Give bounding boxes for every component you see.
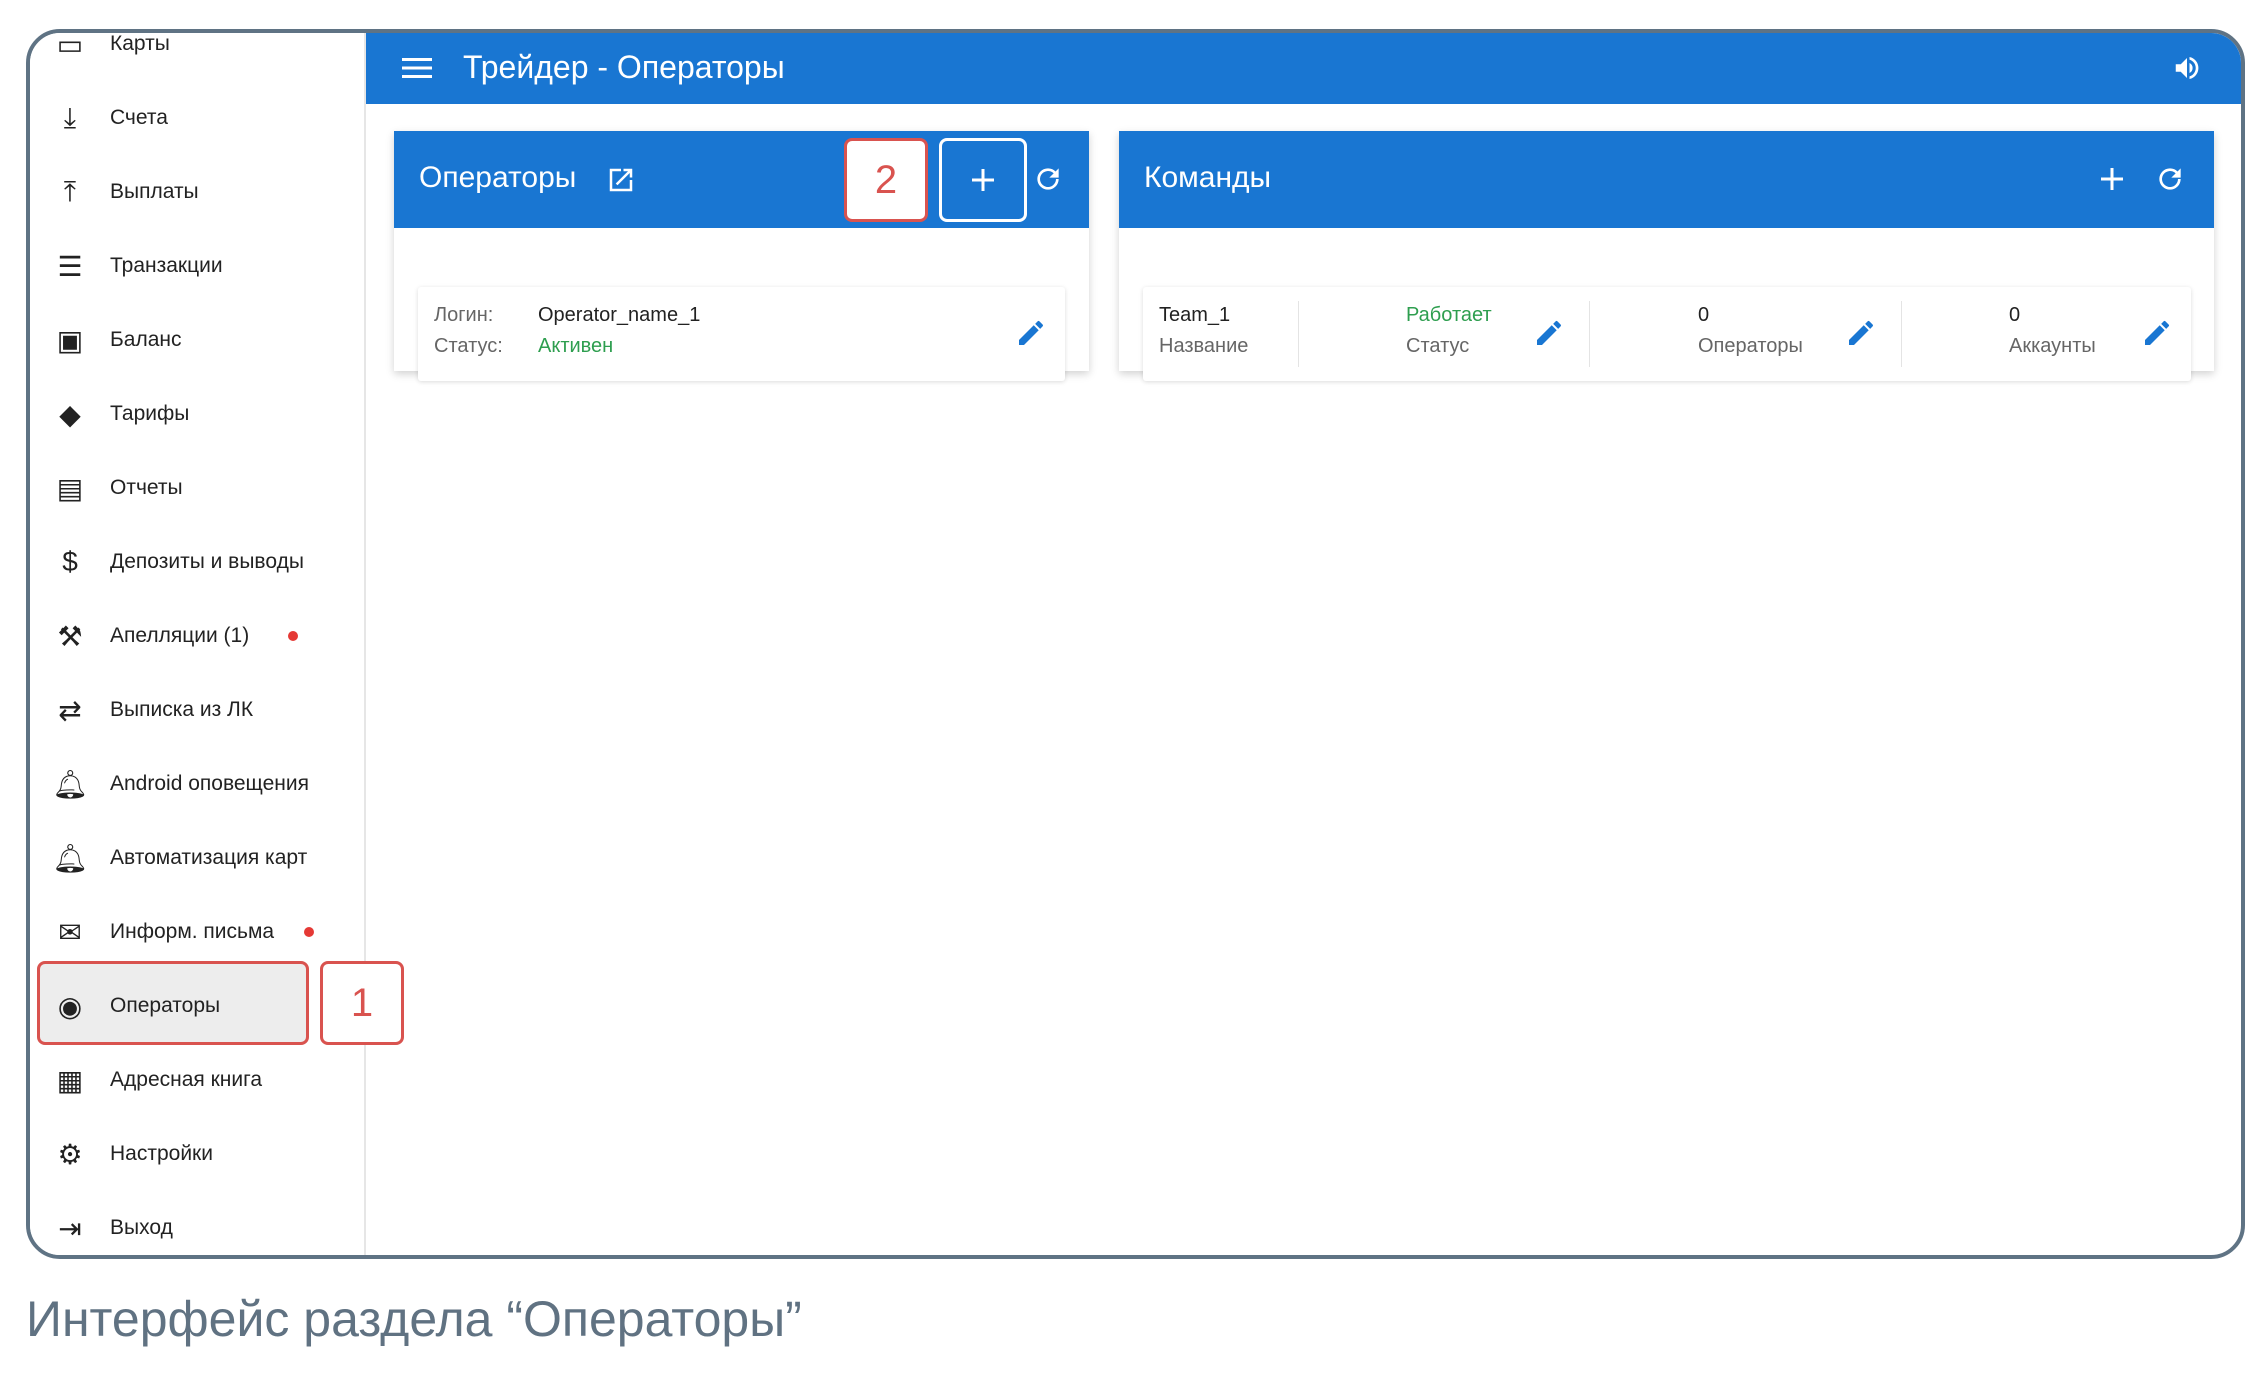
credit-card-icon: ▭ — [56, 29, 84, 60]
team-accounts-count: 0 — [2009, 304, 2021, 326]
sidebar-item-label: Android оповещения — [110, 772, 309, 795]
team-name-label: Название — [1159, 335, 1249, 357]
team-list-item: Team_1 Название Работает Статус 0 Операт… — [1143, 287, 2191, 381]
status-label: Статус: — [434, 335, 503, 357]
sidebar-item-10[interactable]: ⇄ Выписка из ЛК — [30, 673, 366, 747]
gavel-icon: ⚒ — [57, 620, 83, 652]
sidebar-item-label: Баланс — [110, 328, 182, 351]
sidebar-item-7[interactable]: ▤ Отчеты — [30, 451, 366, 525]
notification-dot — [304, 927, 314, 937]
sidebar-item-12[interactable]: 🔔︎ Автоматизация карт — [30, 821, 366, 895]
operator-status: Активен — [538, 335, 614, 357]
sidebar-item-2[interactable]: ⤓ Счета — [30, 81, 366, 155]
sidebar: ▭ Карты ⤓ Счета ⤒ Выплаты ☰ Транзакции ▣ Баланс ◆ Т… — [30, 33, 366, 1255]
download-icon: ⤓ — [63, 101, 77, 133]
volume-icon[interactable] — [2171, 53, 2203, 83]
marker-1: 1 — [320, 961, 404, 1045]
sidebar-item-label: Выход — [110, 1216, 173, 1239]
bell-icon: 🔔︎ — [52, 768, 88, 800]
sidebar-item-label: Апелляции (1) — [110, 624, 250, 647]
edit-status-icon[interactable] — [1533, 317, 1565, 349]
operators-title: Операторы — [419, 161, 577, 194]
app-window: ▭ Карты ⤓ Счета ⤒ Выплаты ☰ Транзакции ▣ Баланс ◆ Т… — [26, 29, 2245, 1259]
open-external-icon[interactable] — [606, 165, 636, 195]
logout-icon: ⇥ — [58, 1212, 82, 1244]
sidebar-item-label: Отчеты — [110, 476, 183, 499]
currency-exchange-icon: $ — [62, 546, 78, 577]
contacts-icon: ▦ — [56, 1064, 84, 1096]
divider — [1298, 301, 1299, 367]
operator-login: Operator_name_1 — [538, 304, 701, 326]
team-operators-label: Операторы — [1698, 335, 1803, 357]
sidebar-item-label: Выплаты — [110, 180, 199, 203]
sidebar-item-14[interactable]: ◉ Операторы — [30, 969, 366, 1043]
swap-icon: ⇄ — [58, 694, 82, 726]
caption: Интерфейс раздела “Операторы” — [26, 1291, 802, 1347]
operators-card: Операторы 2 Логин: Operator_name_1 Стату… — [394, 131, 1089, 381]
menu-icon[interactable] — [402, 55, 432, 81]
app-header: Трейдер - Операторы — [366, 33, 2241, 104]
sidebar-item-label: Адресная книга — [110, 1068, 262, 1091]
edit-operators-icon[interactable] — [1845, 317, 1877, 349]
sidebar-item-16[interactable]: ⚙ Настройки — [30, 1117, 366, 1191]
login-label: Логин: — [434, 304, 494, 326]
sidebar-item-11[interactable]: 🔔︎ Android оповещения — [30, 747, 366, 821]
sidebar-item-15[interactable]: ▦ Адресная книга — [30, 1043, 366, 1117]
tag-icon: ◆ — [59, 398, 81, 430]
edit-accounts-icon[interactable] — [2141, 317, 2173, 349]
team-name: Team_1 — [1159, 304, 1231, 326]
divider — [1589, 301, 1590, 367]
sidebar-item-label: Выписка из ЛК — [110, 698, 254, 721]
operator-list-item: Логин: Operator_name_1 Статус: Активен — [418, 287, 1065, 381]
sidebar-item-1[interactable]: ▭ Карты — [30, 29, 366, 81]
sidebar-item-8[interactable]: $ Депозиты и выводы — [30, 525, 366, 599]
team-operators-count: 0 — [1698, 304, 1710, 326]
operators-icon: ◉ — [57, 990, 83, 1022]
sidebar-item-6[interactable]: ◆ Тарифы — [30, 377, 366, 451]
sidebar-item-17[interactable]: ⇥ Выход — [30, 1191, 366, 1255]
sidebar-item-label: Информ. письма — [110, 920, 275, 943]
sidebar-item-label: Операторы — [110, 994, 221, 1017]
sidebar-item-label: Транзакции — [110, 254, 223, 277]
refresh-icon[interactable] — [1032, 163, 1064, 195]
refresh-icon[interactable] — [2154, 163, 2186, 195]
sidebar-item-4[interactable]: ☰ Транзакции — [30, 229, 366, 303]
team-status: Работает — [1406, 304, 1492, 326]
sidebar-item-9[interactable]: ⚒ Апелляции (1) — [30, 599, 366, 673]
bell-icon: 🔔︎ — [52, 842, 88, 874]
sidebar-item-label: Карты — [110, 32, 170, 55]
receipt-icon: ▤ — [56, 472, 84, 504]
marker-2: 2 — [844, 138, 928, 222]
sidebar-item-13[interactable]: ✉ Информ. письма — [30, 895, 366, 969]
sidebar-item-3[interactable]: ⤒ Выплаты — [30, 155, 366, 229]
sidebar-item-label: Автоматизация карт — [110, 846, 308, 869]
operators-card-header: Операторы 2 — [394, 131, 1089, 228]
team-status-label: Статус — [1406, 335, 1470, 357]
sidebar-item-label: Депозиты и выводы — [110, 550, 304, 573]
divider — [1901, 301, 1902, 367]
add-team-icon[interactable] — [2098, 165, 2126, 193]
add-operator-button[interactable] — [939, 138, 1027, 222]
edit-icon[interactable] — [1015, 317, 1047, 349]
plus-icon — [972, 169, 994, 191]
upload-icon: ⤒ — [63, 175, 77, 207]
sidebar-item-label: Настройки — [110, 1142, 213, 1165]
wallet-icon: ▣ — [56, 324, 84, 356]
sidebar-item-label: Тарифы — [110, 402, 190, 425]
teams-title: Команды — [1144, 161, 1272, 194]
teams-card: Команды Team_1 Название Работает Статус … — [1119, 131, 2214, 381]
notification-dot — [288, 631, 298, 641]
list-icon: ☰ — [57, 250, 83, 282]
team-accounts-label: Аккаунты — [2009, 335, 2096, 357]
sidebar-item-5[interactable]: ▣ Баланс — [30, 303, 366, 377]
teams-card-header: Команды — [1119, 131, 2214, 228]
page-title: Трейдер - Операторы — [463, 49, 785, 85]
sidebar-item-label: Счета — [110, 106, 168, 129]
mail-icon: ✉ — [58, 916, 82, 948]
gear-icon: ⚙ — [57, 1138, 83, 1170]
